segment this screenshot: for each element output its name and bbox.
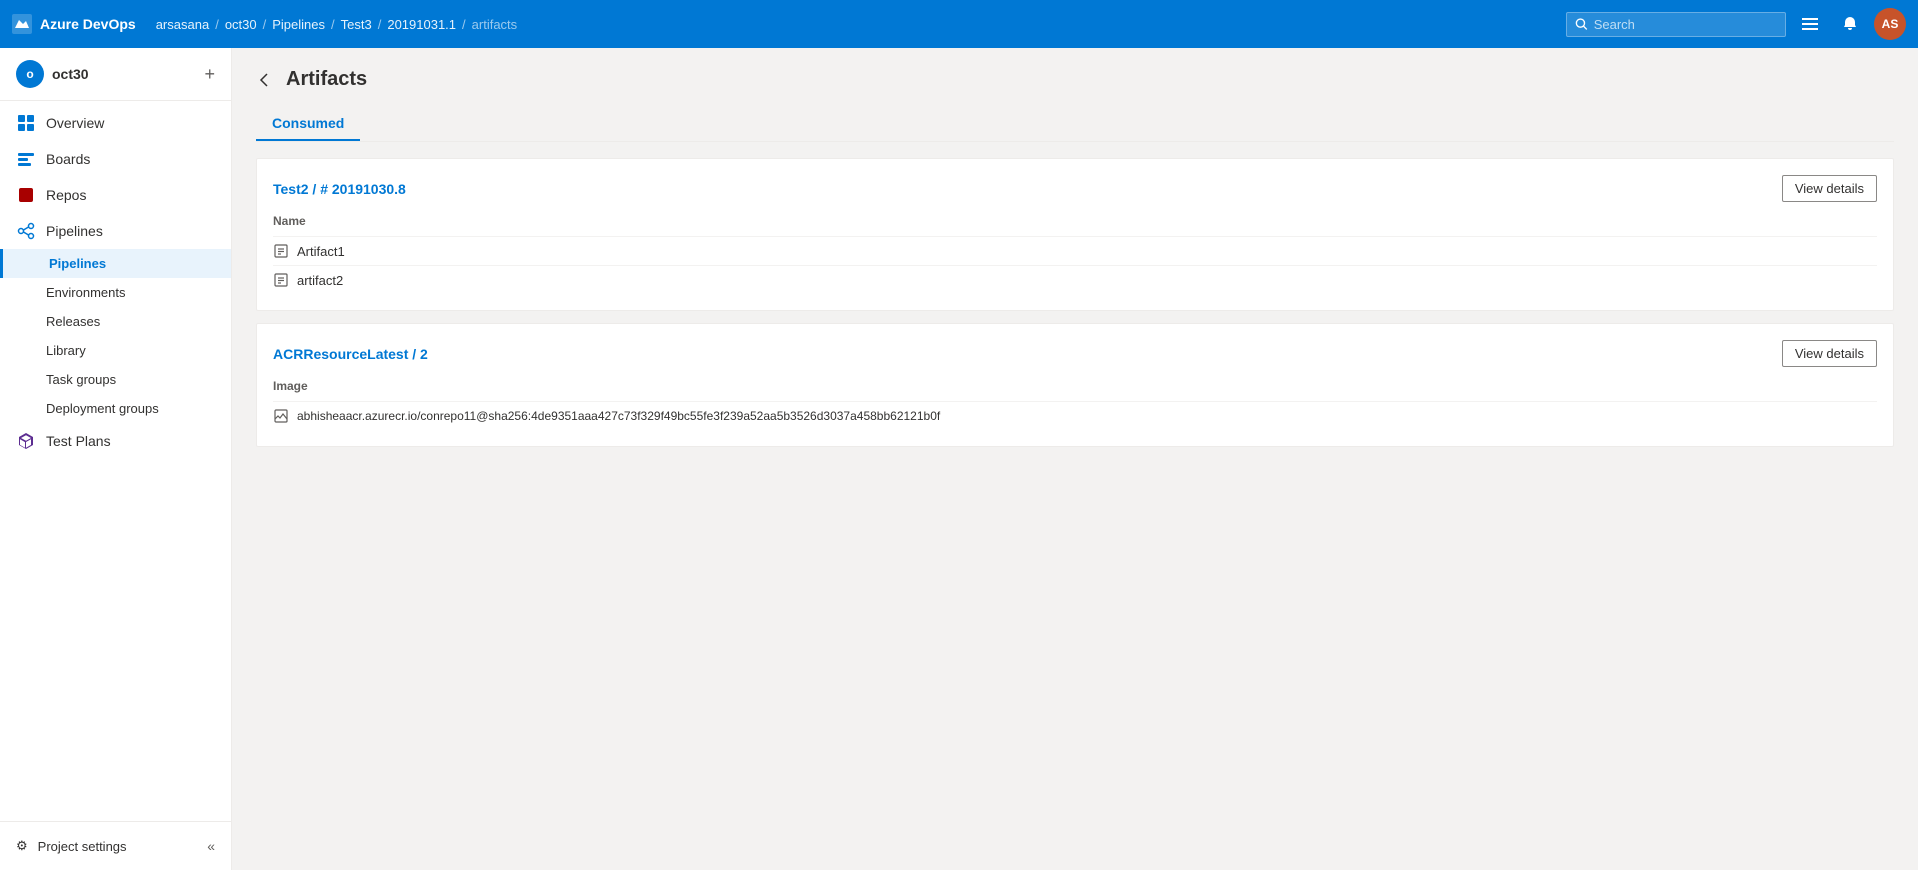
notifications-button[interactable] <box>1834 12 1866 36</box>
breadcrumb-arsasana[interactable]: arsasana <box>156 17 209 32</box>
topbar: Azure DevOps arsasana / oct30 / Pipeline… <box>0 0 1918 48</box>
breadcrumb-build[interactable]: 20191031.1 <box>387 17 456 32</box>
breadcrumb-sep-5: / <box>462 17 466 32</box>
sidebar-project: o oct30 + <box>0 48 231 101</box>
page-title: Artifacts <box>286 68 367 91</box>
project-initial: o <box>26 67 33 81</box>
repos-icon <box>16 185 36 205</box>
tab-consumed[interactable]: Consumed <box>256 107 360 141</box>
collapse-button[interactable]: « <box>207 838 215 854</box>
artifact-item-2: artifact2 <box>273 265 1877 294</box>
test-plans-icon <box>16 431 36 451</box>
sidebar-item-boards[interactable]: Boards <box>0 141 231 177</box>
breadcrumb-artifacts: artifacts <box>472 17 518 32</box>
sidebar-nav: Overview Boards <box>0 101 231 821</box>
sidebar-item-task-groups[interactable]: Task groups <box>0 365 231 394</box>
sidebar-item-environments[interactable]: Environments <box>0 278 231 307</box>
sidebar-item-releases[interactable]: Releases <box>0 307 231 336</box>
artifact2-name: artifact2 <box>297 273 343 288</box>
sidebar-item-pipelines[interactable]: Pipelines <box>0 249 231 278</box>
sidebar-item-overview[interactable]: Overview <box>0 105 231 141</box>
pipelines-sub-label: Pipelines <box>49 256 106 271</box>
main-content: Artifacts Consumed Test2 / # 20191030.8 … <box>232 48 1918 870</box>
artifact1-name: Artifact1 <box>297 244 345 259</box>
sidebar: o oct30 + Overview <box>0 48 232 870</box>
sidebar-item-test-plans[interactable]: Test Plans <box>0 423 231 459</box>
search-icon <box>1575 17 1588 31</box>
breadcrumb-oct30[interactable]: oct30 <box>225 17 257 32</box>
breadcrumb: arsasana / oct30 / Pipelines / Test3 / 2… <box>156 17 1566 32</box>
test-plans-label: Test Plans <box>46 433 111 449</box>
deployment-groups-label: Deployment groups <box>46 401 159 416</box>
project-icon: o <box>16 60 44 88</box>
artifact2-icon <box>273 272 289 288</box>
boards-icon <box>16 149 36 169</box>
library-label: Library <box>46 343 86 358</box>
topbar-right: AS <box>1566 8 1906 40</box>
artifact-card-2: ACRResourceLatest / 2 View details Image… <box>256 323 1894 447</box>
sidebar-bottom: ⚙ Project settings « <box>0 821 231 870</box>
add-project-button[interactable]: + <box>204 64 215 85</box>
sidebar-item-library[interactable]: Library <box>0 336 231 365</box>
project-settings-label: Project settings <box>38 839 127 854</box>
releases-label: Releases <box>46 314 100 329</box>
overview-label: Overview <box>46 115 104 131</box>
repos-label: Repos <box>46 187 86 203</box>
sidebar-item-pipelines-parent[interactable]: Pipelines <box>0 213 231 249</box>
image-icon <box>273 408 289 424</box>
search-input[interactable] <box>1594 17 1777 32</box>
task-groups-label: Task groups <box>46 372 116 387</box>
back-button[interactable] <box>256 71 274 89</box>
overview-icon <box>16 113 36 133</box>
sidebar-item-repos[interactable]: Repos <box>0 177 231 213</box>
view-list-button[interactable] <box>1794 12 1826 36</box>
card2-title: ACRResourceLatest / 2 <box>273 346 428 362</box>
app-name: Azure DevOps <box>40 16 136 32</box>
environments-label: Environments <box>46 285 125 300</box>
breadcrumb-sep-4: / <box>378 17 382 32</box>
main-layout: o oct30 + Overview <box>0 48 1918 870</box>
app-logo[interactable]: Azure DevOps <box>12 14 136 34</box>
artifact-item-3: abhisheaacr.azurecr.io/conrepo11@sha256:… <box>273 401 1877 430</box>
pipelines-parent-label: Pipelines <box>46 223 103 239</box>
card1-header: Test2 / # 20191030.8 View details <box>273 175 1877 202</box>
card2-view-details-button[interactable]: View details <box>1782 340 1877 367</box>
artifact1-icon <box>273 243 289 259</box>
image-name: abhisheaacr.azurecr.io/conrepo11@sha256:… <box>297 409 940 423</box>
boards-label: Boards <box>46 151 90 167</box>
card1-title: Test2 / # 20191030.8 <box>273 181 406 197</box>
project-name: oct30 <box>52 66 196 82</box>
artifact-card-1: Test2 / # 20191030.8 View details Name A… <box>256 158 1894 311</box>
project-settings-item[interactable]: ⚙ Project settings « <box>0 830 231 862</box>
card2-col-header: Image <box>273 379 1877 393</box>
breadcrumb-pipelines[interactable]: Pipelines <box>272 17 325 32</box>
sidebar-item-deployment-groups[interactable]: Deployment groups <box>0 394 231 423</box>
card2-header: ACRResourceLatest / 2 View details <box>273 340 1877 367</box>
breadcrumb-sep-3: / <box>331 17 335 32</box>
breadcrumb-sep-2: / <box>263 17 267 32</box>
breadcrumb-test3[interactable]: Test3 <box>341 17 372 32</box>
tabs: Consumed <box>256 107 1894 142</box>
artifact-item-1: Artifact1 <box>273 236 1877 265</box>
card1-col-header: Name <box>273 214 1877 228</box>
card1-view-details-button[interactable]: View details <box>1782 175 1877 202</box>
pipelines-icon <box>16 221 36 241</box>
avatar[interactable]: AS <box>1874 8 1906 40</box>
breadcrumb-sep-1: / <box>215 17 219 32</box>
page-header: Artifacts <box>256 68 1894 91</box>
search-box[interactable] <box>1566 12 1786 37</box>
settings-icon: ⚙ <box>16 838 28 854</box>
